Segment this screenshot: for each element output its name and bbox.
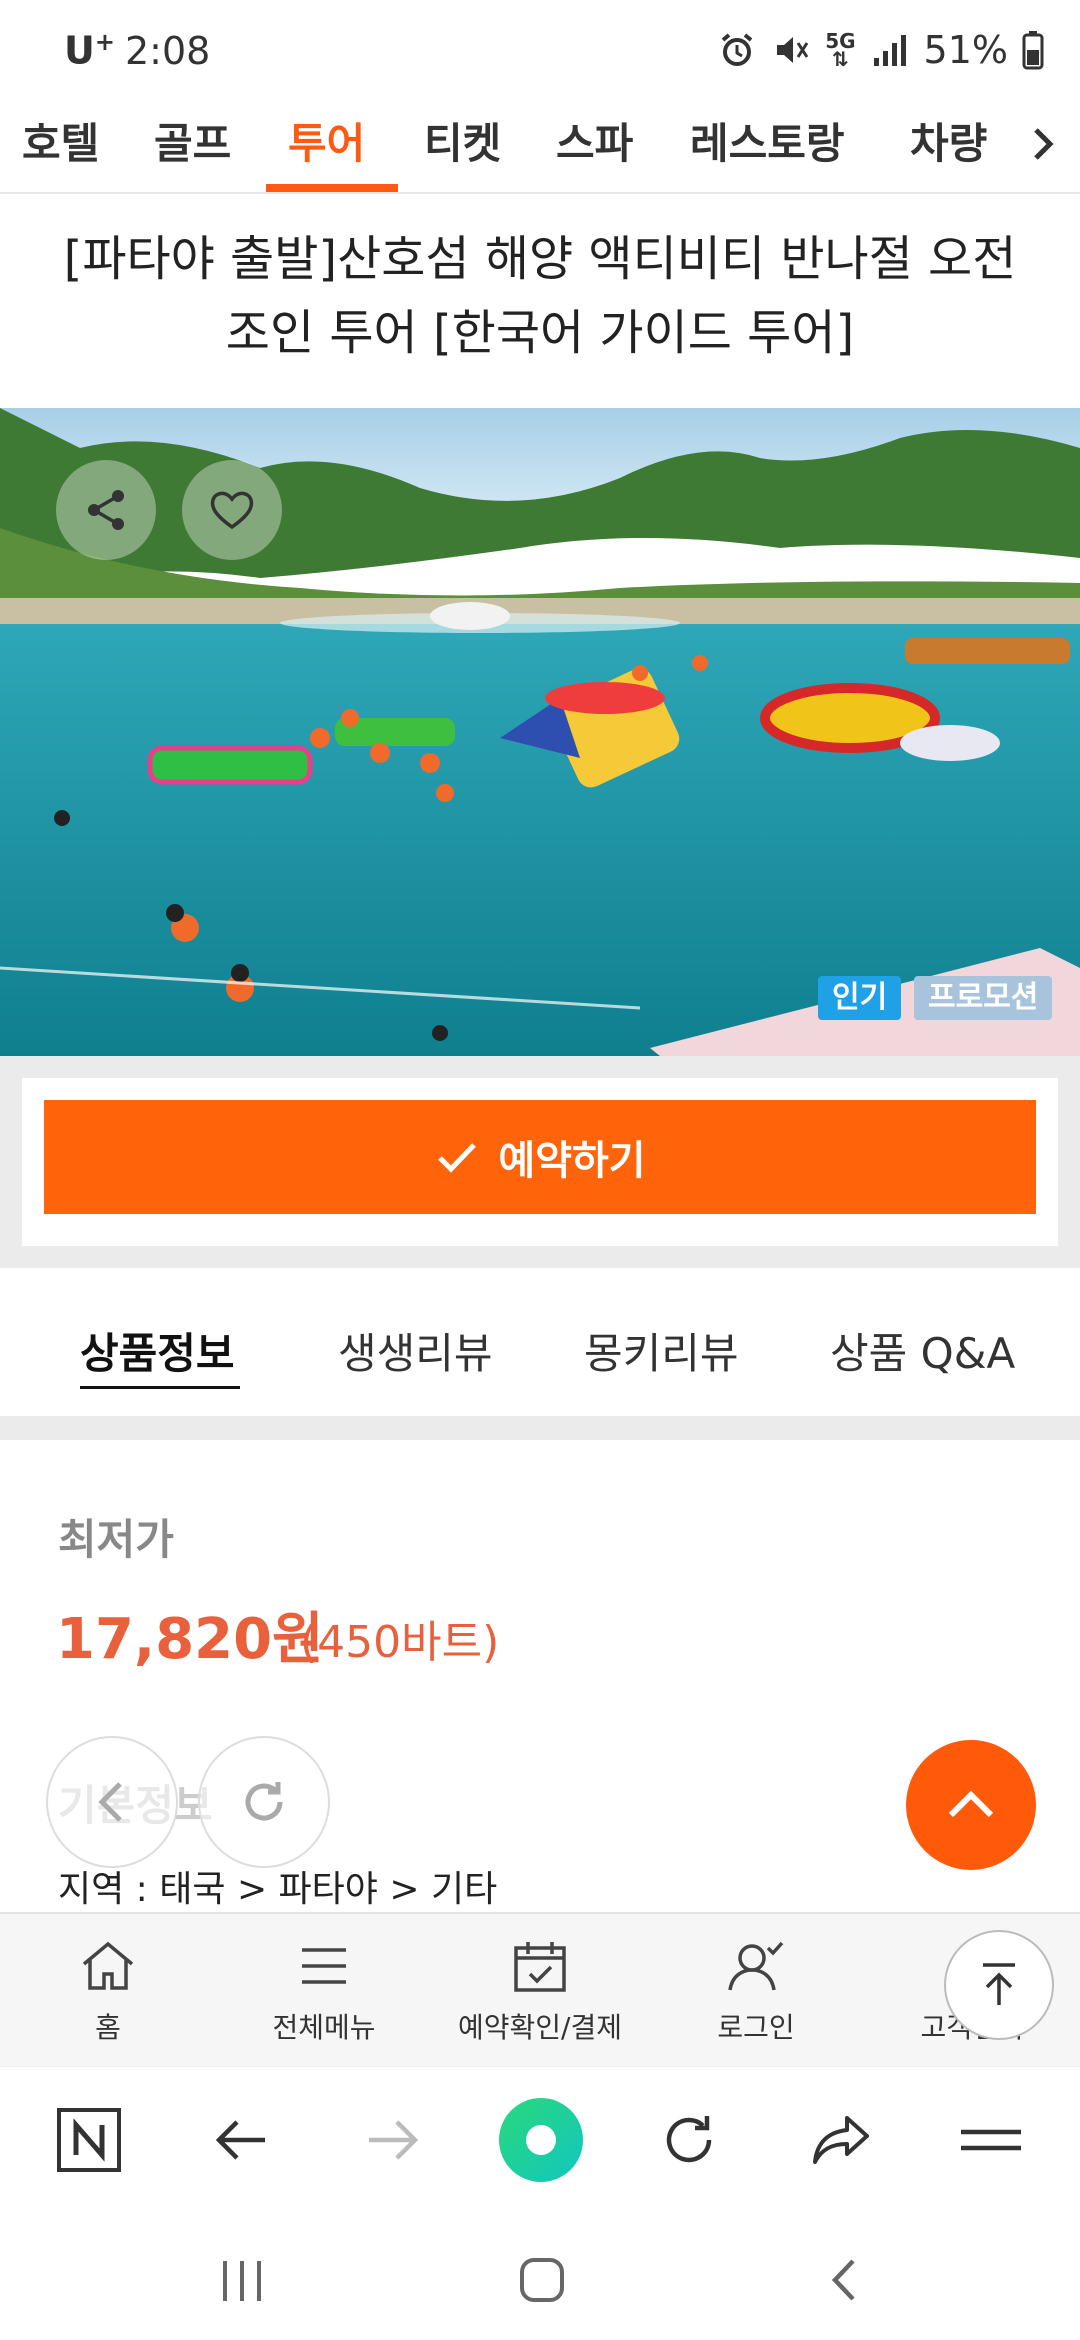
forward-arrow-icon: [369, 2120, 419, 2160]
status-right: 5G ⇅ 51%: [717, 28, 1044, 72]
share-icon: [88, 490, 124, 530]
float-back-button[interactable]: [46, 1736, 178, 1868]
home-icon: [82, 1941, 134, 1990]
hamburger-icon: [961, 2129, 1021, 2151]
browser-back-button[interactable]: [196, 2097, 286, 2183]
nav-all-menu[interactable]: 전체메뉴: [224, 1936, 424, 2046]
nav-login-label: 로그인: [717, 2011, 795, 2044]
network-5g-icon: 5G ⇅: [825, 29, 856, 71]
book-button[interactable]: 예약하기: [44, 1100, 1036, 1214]
naver-n-icon: [57, 2108, 121, 2172]
calendar-check-icon: [514, 1942, 566, 1992]
price-thb: (450바트): [300, 1617, 500, 1668]
browser-reload-button[interactable]: [644, 2097, 734, 2183]
hero-image: 인기 프로모션: [0, 408, 1080, 1056]
tab-live-review[interactable]: 생생리뷰: [338, 1320, 493, 1381]
active-tab-indicator: [266, 184, 398, 192]
product-title-line1: [파타야 출발]산호섬 해양 액티비티 반나절 오전: [63, 231, 1017, 287]
battery-icon: [1022, 31, 1044, 70]
status-time: 2:08: [124, 28, 211, 73]
lowest-price-label: 최저가: [58, 1515, 174, 1564]
recent-apps-button[interactable]: [202, 2250, 282, 2310]
system-back-button[interactable]: [806, 2250, 886, 2310]
nav-reservation-label: 예약확인/결제: [458, 2011, 622, 2044]
nav-reservation[interactable]: 예약확인/결제: [440, 1936, 640, 2046]
share-icon: [813, 2116, 869, 2164]
favorite-button[interactable]: [182, 460, 282, 560]
heart-icon: [210, 491, 254, 530]
badge-popular: 인기: [818, 976, 902, 1020]
status-bar: U+ 2:08 5G ⇅ 51%: [0, 0, 1080, 104]
site-bottom-nav: 홈 전체메뉴 예약확인/결제 로그인 고객센터: [0, 1912, 1080, 2066]
nav-home-label: 홈: [95, 2011, 121, 2044]
book-button-label: 예약하기: [498, 1138, 646, 1184]
region-info: 지역 : 태국 > 파타야 > 기타: [58, 1869, 498, 1910]
arrow-up-icon: [983, 1963, 1015, 2005]
tab-hotel[interactable]: 호텔: [22, 110, 99, 194]
mute-icon: [777, 37, 809, 63]
back-arrow-icon: [215, 2120, 265, 2160]
product-tab-indicator: [80, 1386, 240, 1389]
user-icon: [728, 1941, 784, 1991]
tab-ticket[interactable]: 티켓: [424, 110, 501, 194]
tab-spa[interactable]: 스파: [556, 110, 633, 194]
home-square-icon: [520, 2258, 564, 2302]
tab-product-qa[interactable]: 상품 Q&A: [830, 1320, 1015, 1381]
alarm-icon: [721, 33, 753, 66]
battery-percent: 51%: [923, 28, 1008, 72]
product-tabs: 상품정보 생생리뷰 몽키리뷰 상품 Q&A: [0, 1280, 1080, 1416]
browser-share-button[interactable]: [796, 2097, 886, 2183]
browser-toolbar: [0, 2066, 1080, 2212]
browser-menu-button[interactable]: [946, 2097, 1036, 2183]
tab-product-info[interactable]: 상품정보: [80, 1320, 235, 1381]
product-title: [파타야 출발]산호섬 해양 액티비티 반나절 오전 조인 투어 [한국어 가이…: [40, 222, 1040, 370]
naver-home-button[interactable]: [44, 2097, 134, 2183]
hero-photo: [0, 408, 1080, 1056]
chevron-left-icon: [831, 2259, 855, 2301]
tab-restaurant[interactable]: 레스토랑: [690, 110, 845, 194]
green-dot-button[interactable]: [496, 2097, 586, 2183]
browser-forward-button[interactable]: [348, 2097, 438, 2183]
chevron-left-icon: [98, 1782, 122, 1822]
section-divider: [0, 1416, 1080, 1440]
chevron-up-icon: [948, 1790, 994, 1818]
signal-icon: [873, 35, 906, 66]
carrier-label: U+: [64, 28, 115, 73]
reload-icon: [666, 2116, 712, 2163]
float-reload-button[interactable]: [198, 1736, 330, 1868]
nav-all-menu-label: 전체메뉴: [272, 2011, 376, 2044]
reload-icon: [245, 1782, 283, 1821]
system-nav-bar: [0, 2212, 1080, 2340]
price-krw: 17,820원: [56, 1607, 324, 1672]
nav-login[interactable]: 로그인: [656, 1936, 856, 2046]
check-icon: [438, 1143, 477, 1173]
green-dot-icon: [499, 2098, 583, 2182]
chevron-right-icon[interactable]: [1020, 110, 1070, 180]
tab-monkey-review[interactable]: 몽키리뷰: [584, 1320, 739, 1381]
home-button[interactable]: [502, 2250, 582, 2310]
scroll-up-button[interactable]: [906, 1740, 1036, 1870]
tab-golf[interactable]: 골프: [154, 110, 231, 194]
recent-apps-icon: [223, 2261, 261, 2301]
badge-promotion: 프로모션: [914, 976, 1053, 1020]
menu-icon: [302, 1948, 346, 1984]
tab-tour[interactable]: 투어: [288, 110, 365, 194]
share-button[interactable]: [56, 460, 156, 560]
tab-vehicle[interactable]: 차량: [910, 110, 987, 194]
to-top-button[interactable]: [944, 1930, 1054, 2040]
nav-home[interactable]: 홈: [8, 1936, 208, 2046]
category-tabs: 호텔 골프 투어 티켓 스파 레스토랑 차량: [0, 104, 1080, 194]
product-title-line2: 조인 투어 [한국어 가이드 투어]: [225, 305, 855, 361]
status-left: U+ 2:08: [64, 28, 210, 73]
